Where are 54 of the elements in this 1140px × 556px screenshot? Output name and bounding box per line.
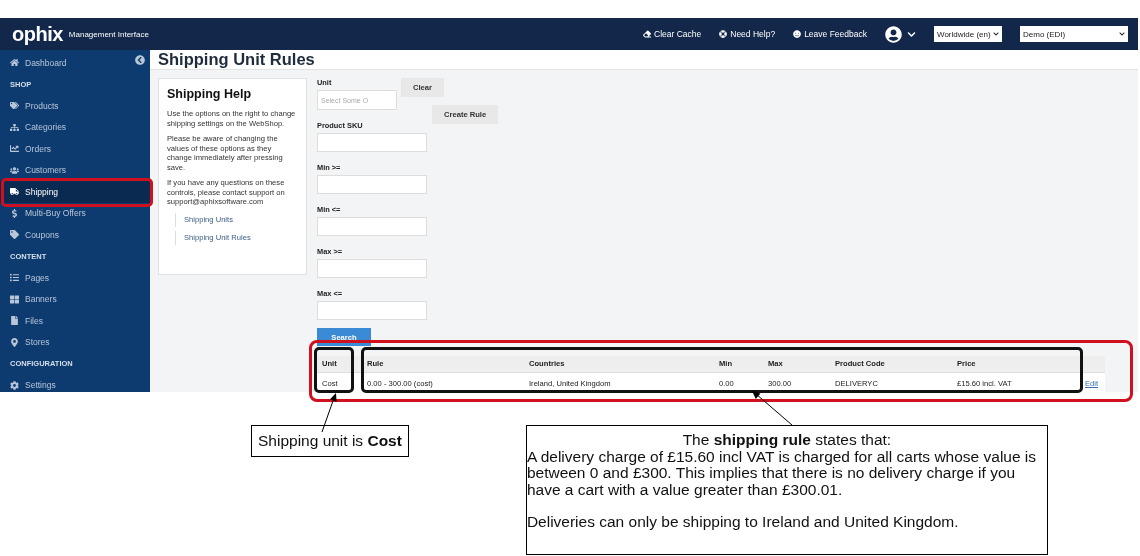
input-field[interactable]	[317, 259, 427, 278]
sidebar-item[interactable]: Products	[0, 95, 150, 117]
collapse-icon[interactable]	[135, 55, 145, 65]
file-icon	[10, 316, 19, 326]
home-icon	[10, 58, 19, 68]
sidebar-item[interactable]: Multi-Buy Offers	[0, 202, 150, 224]
gear-icon	[10, 380, 19, 390]
tag-icon	[10, 230, 19, 240]
sidebar-item[interactable]: Shipping	[0, 181, 150, 203]
users-icon	[10, 165, 19, 175]
callout-text: Deliveries can only be shipping to Ireland and United Kingdom.	[526, 514, 960, 531]
callout-title: The shipping rule states that:	[681, 432, 893, 449]
sidebar-item[interactable]: Dashboard	[0, 52, 150, 74]
lifebuoy-icon	[719, 30, 728, 38]
chevron-icon	[1119, 31, 1125, 37]
header-link[interactable]: Leave Feedback	[793, 29, 867, 39]
sidebar-item[interactable]: Files	[0, 310, 150, 332]
map-pin-icon	[10, 337, 19, 347]
sidebar-item[interactable]: Categories	[0, 116, 150, 138]
input-field[interactable]	[317, 133, 427, 152]
arrow	[321, 393, 337, 433]
sidebar-item[interactable]: Banners	[0, 288, 150, 310]
sidebar-item[interactable]: Customers	[0, 159, 150, 181]
chevron-icon[interactable]	[907, 29, 916, 39]
smiley-icon	[793, 30, 802, 38]
header-link[interactable]: Clear Cache	[643, 29, 702, 39]
user-avatar-icon[interactable]	[885, 25, 902, 43]
select-field[interactable]: Demo (EDI)	[1020, 26, 1128, 42]
callout-text: A delivery charge of £15.60 incl VAT is charged for all carts whose value is between 0 and £300. This implies that there is no delivery charge if you have a cart with a value greater than £300.01.	[526, 448, 1038, 498]
logo: ophix	[12, 22, 63, 46]
sidebar-item[interactable]: Stores	[0, 331, 150, 353]
line-chart-icon	[10, 144, 19, 154]
select-field[interactable]: Worldwide (en)	[934, 26, 1002, 42]
sidebar-item[interactable]: Settings	[0, 374, 150, 392]
truck-icon	[10, 187, 19, 197]
chevron-icon	[993, 31, 999, 37]
page-title: Shipping Unit Rules	[158, 50, 315, 69]
grid-icon	[10, 294, 19, 304]
sidebar-item[interactable]: Pages	[0, 267, 150, 289]
header-link[interactable]: Need Help?	[719, 29, 776, 39]
sidebar-item[interactable]: Orders	[0, 138, 150, 160]
unit-callout: Shipping unit is Cost	[251, 425, 409, 457]
logo-subtitle: Management Interface	[68, 29, 150, 39]
input-field[interactable]	[317, 301, 427, 320]
sitemap-icon	[10, 122, 19, 132]
input-field[interactable]	[317, 217, 427, 236]
list-icon	[10, 273, 19, 283]
tags-icon	[10, 101, 19, 111]
annotation-outline	[314, 347, 354, 393]
sidebar-item[interactable]: Coupons	[0, 224, 150, 246]
dollar-icon	[10, 208, 19, 218]
input-field[interactable]	[317, 175, 427, 194]
eraser-icon	[643, 30, 651, 38]
help-title: Shipping Help	[167, 87, 253, 101]
